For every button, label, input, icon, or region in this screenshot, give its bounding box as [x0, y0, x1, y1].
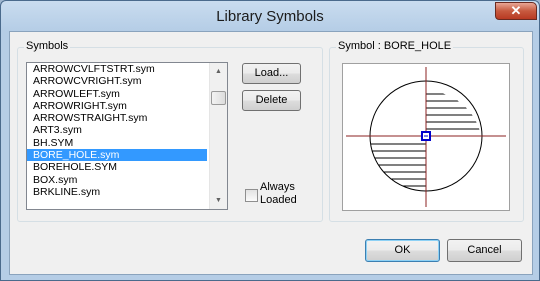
symbol-preview-label: Symbol : BORE_HOLE	[336, 40, 454, 52]
close-button[interactable]: ✕	[495, 2, 537, 20]
lower-left-hatching	[370, 143, 426, 187]
list-item[interactable]: BH.SYM	[27, 137, 207, 149]
delete-button[interactable]: Delete	[242, 90, 301, 111]
bore-hole-symbol	[346, 67, 506, 207]
window-title: Library Symbols	[216, 8, 324, 25]
ok-button[interactable]: OK	[365, 239, 440, 262]
load-button[interactable]: Load...	[242, 63, 301, 84]
list-item[interactable]: BOREHOLE.SYM	[27, 161, 207, 173]
cancel-button[interactable]: Cancel	[447, 239, 522, 262]
list-item[interactable]: ARROWCVLFTSTRT.sym	[27, 63, 207, 75]
upper-right-hatching	[426, 93, 482, 137]
symbols-group-label: Symbols	[24, 40, 71, 52]
title-bar[interactable]: Library Symbols ✕	[1, 1, 539, 31]
list-item[interactable]: ARROWLEFT.sym	[27, 88, 207, 100]
list-item[interactable]: ARROWCVRIGHT.sym	[27, 75, 207, 87]
list-item[interactable]: BRKLINE.sym	[27, 186, 207, 198]
scroll-up-arrow-icon[interactable]: ▲	[210, 63, 227, 80]
always-loaded-label-line2: Loaded	[260, 194, 297, 206]
scroll-thumb[interactable]	[211, 91, 226, 105]
always-loaded-label-line1: Always	[260, 181, 295, 193]
list-item[interactable]: ART3.sym	[27, 124, 207, 136]
always-loaded-label: Always Loaded	[260, 181, 297, 207]
symbol-preview-canvas	[342, 63, 510, 211]
list-item[interactable]: BORE_HOLE.sym	[27, 149, 207, 162]
close-icon: ✕	[510, 3, 522, 18]
list-item[interactable]: ARROWSTRAIGHT.sym	[27, 112, 207, 124]
scroll-down-arrow-icon[interactable]: ▼	[210, 192, 227, 209]
symbol-list[interactable]: ARROWCVLFTSTRT.sym ARROWCVRIGHT.sym ARROWL…	[26, 62, 228, 210]
list-item[interactable]: ARROWRIGHT.sym	[27, 100, 207, 112]
symbol-list-scrollbar[interactable]: ▲ ▼	[209, 63, 227, 209]
always-loaded-checkbox[interactable]	[245, 189, 258, 202]
symbol-list-items: ARROWCVLFTSTRT.sym ARROWCVRIGHT.sym ARROWL…	[27, 63, 227, 198]
list-item[interactable]: BOX.sym	[27, 174, 207, 186]
